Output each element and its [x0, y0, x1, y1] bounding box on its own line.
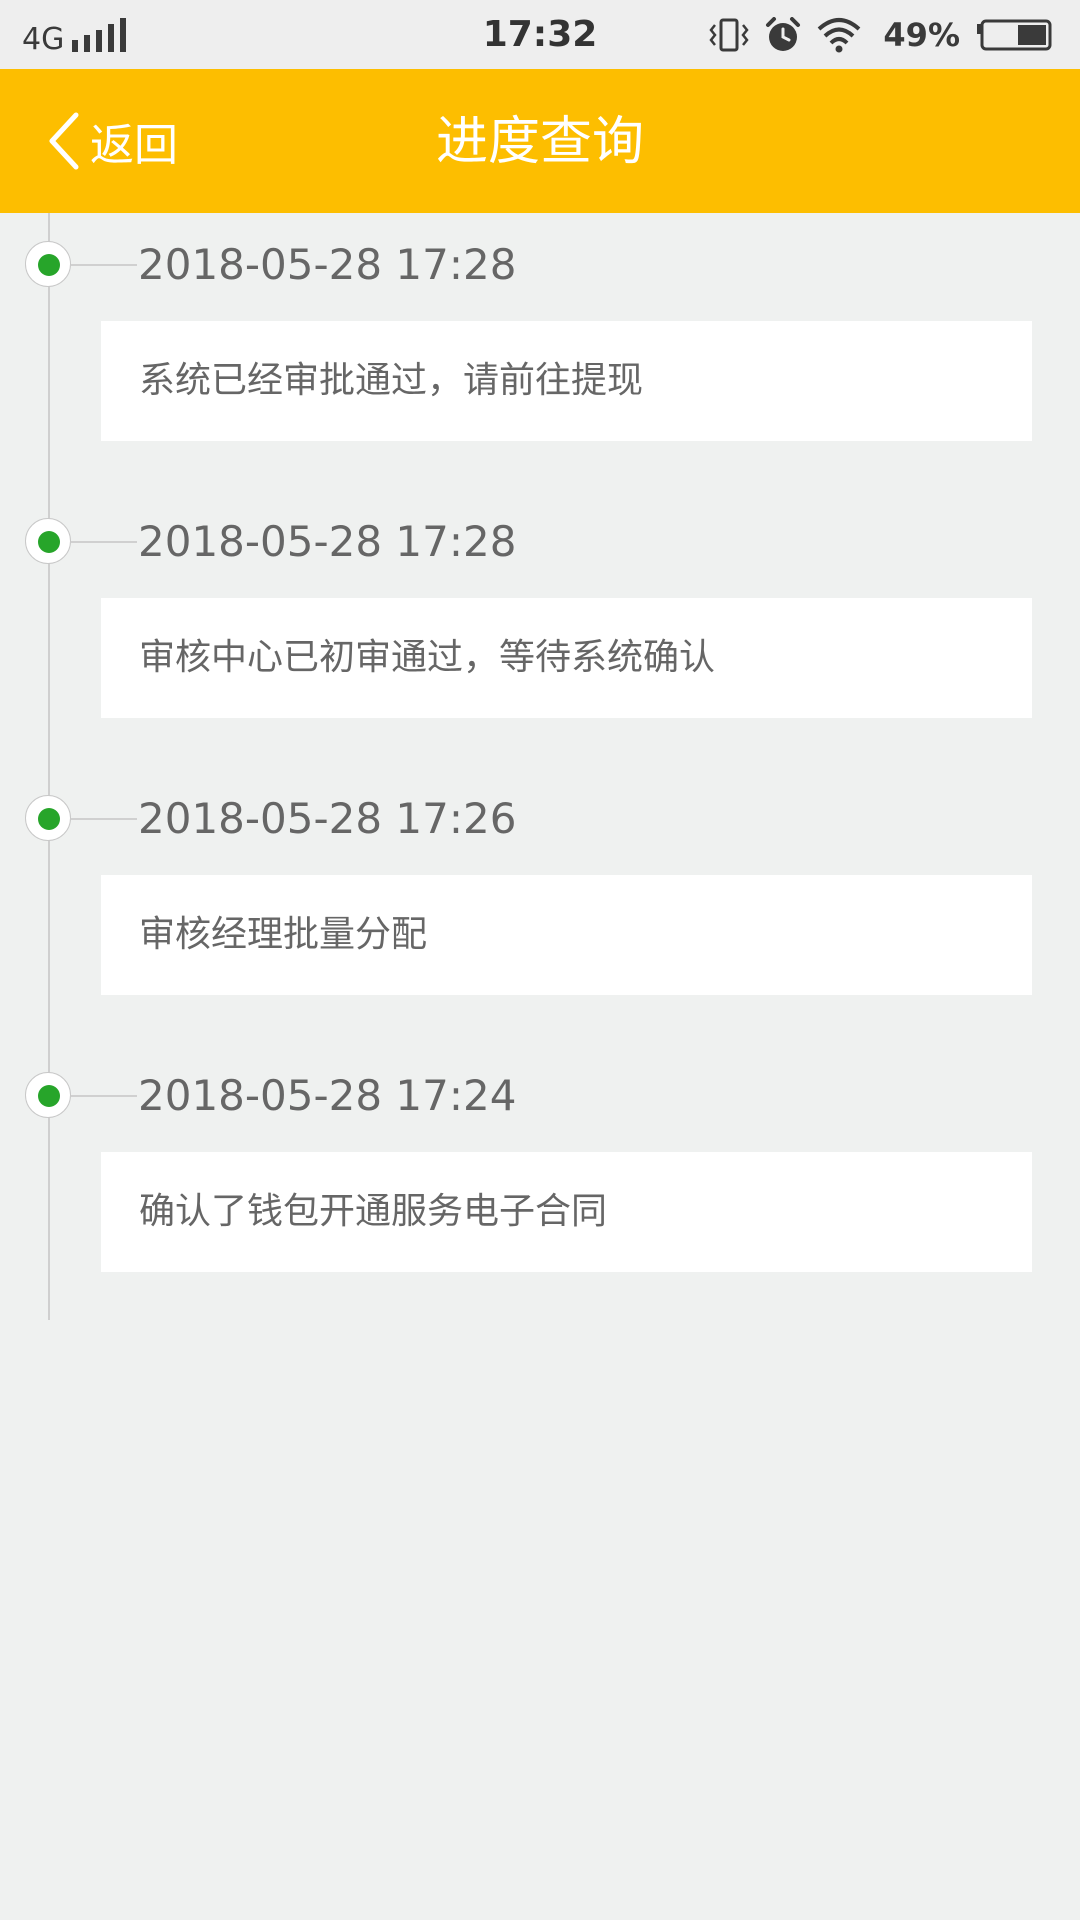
event-card: 审核中心已初审通过，等待系统确认 — [101, 598, 1032, 718]
page-title: 进度查询 — [435, 112, 644, 172]
status-icons: 49% — [693, 14, 1052, 56]
battery-icon — [977, 19, 1052, 51]
event-text: 审核中心已初审通过，等待系统确认 — [139, 637, 716, 678]
timeline-connector — [71, 1095, 137, 1097]
status-dot — [38, 254, 60, 276]
timeline-dot — [25, 795, 71, 841]
event-card: 系统已经审批通过，请前往提现 — [101, 321, 1032, 441]
timeline-event: 2018-05-28 17:28 系统已经审批通过，请前往提现 — [0, 213, 1080, 441]
status-dot — [38, 1085, 60, 1107]
timeline-dot — [25, 518, 71, 564]
event-time: 2018-05-28 17:24 — [138, 1071, 517, 1120]
status-dot — [38, 531, 60, 553]
nav-bar: 返回 进度查询 — [0, 69, 1080, 213]
event-time: 2018-05-28 17:28 — [138, 517, 517, 566]
event-text: 系统已经审批通过，请前往提现 — [139, 360, 644, 401]
status-bar: 4G 17:32 49% — [0, 0, 1080, 69]
timeline-connector — [71, 541, 137, 543]
timeline-connector — [71, 264, 137, 266]
wifi-icon — [818, 18, 861, 53]
event-time: 2018-05-28 17:28 — [138, 240, 517, 289]
alarm-icon — [766, 17, 801, 51]
timeline-dot — [25, 1072, 71, 1118]
event-text: 审核经理批量分配 — [139, 914, 428, 955]
event-text: 确认了钱包开通服务电子合同 — [139, 1191, 608, 1232]
event-card: 审核经理批量分配 — [101, 875, 1032, 995]
timeline-dot — [25, 241, 71, 287]
event-time: 2018-05-28 17:26 — [138, 794, 517, 843]
timeline-event: 2018-05-28 17:28 审核中心已初审通过，等待系统确认 — [0, 490, 1080, 718]
timeline-event: 2018-05-28 17:24 确认了钱包开通服务电子合同 — [0, 1044, 1080, 1272]
timeline-event: 2018-05-28 17:26 审核经理批量分配 — [0, 767, 1080, 995]
battery-percent: 49% — [883, 16, 960, 54]
timeline-connector — [71, 818, 137, 820]
status-dot — [38, 808, 60, 830]
event-card: 确认了钱包开通服务电子合同 — [101, 1152, 1032, 1272]
vibrate-icon — [709, 18, 750, 52]
